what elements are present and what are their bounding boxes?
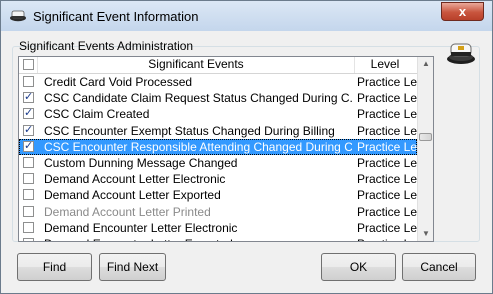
column-header-level[interactable]: Level	[353, 57, 417, 73]
table-row[interactable]: Demand Encounter Letter Electronic Practi…	[19, 220, 432, 236]
close-button[interactable]: x	[441, 2, 484, 21]
table-row[interactable]: ✓ CSC Encounter Responsible Attending Cha…	[19, 138, 432, 155]
window-title: Significant Event Information	[33, 9, 199, 24]
checkmark-icon: ✓	[24, 123, 34, 136]
row-checkbox[interactable]: ✓	[23, 123, 34, 136]
row-checkbox[interactable]	[23, 156, 34, 168]
event-name: Demand Encounter Letter Exported	[44, 237, 352, 241]
title-bar[interactable]: Significant Event Information x	[1, 1, 492, 31]
table-row[interactable]: ✓ CSC Encounter Exempt Status Changed Dur…	[19, 123, 432, 139]
scrollbar-thumb[interactable]	[419, 133, 432, 141]
checkmark-icon: ✓	[24, 107, 34, 120]
checkmark-icon: ✓	[24, 139, 34, 152]
scroll-down-arrow-icon[interactable]: ▼	[421, 229, 431, 239]
scroll-up-arrow-icon[interactable]: ▲	[421, 59, 431, 69]
hat-icon	[447, 43, 475, 64]
vertical-scrollbar[interactable]: ▲ ▼	[417, 57, 433, 241]
table-row[interactable]: ✓ CSC Candidate Claim Request Status Chan…	[19, 90, 432, 106]
row-checkbox[interactable]: ✓	[23, 107, 34, 120]
find-next-button[interactable]: Find Next	[99, 253, 166, 281]
event-name: CSC Candidate Claim Request Status Chang…	[44, 91, 352, 106]
close-icon: x	[458, 4, 467, 19]
events-grid[interactable]: Significant Events Level Credit Card Voi…	[18, 56, 434, 242]
table-row[interactable]: Demand Account Letter Exported Practice L…	[19, 187, 432, 203]
event-name: Custom Dunning Message Changed	[44, 155, 238, 170]
event-name: Demand Account Letter Printed	[44, 204, 211, 219]
event-name: Credit Card Void Processed	[44, 75, 193, 89]
event-name: CSC Encounter Responsible Attending Chan…	[44, 139, 352, 154]
table-row[interactable]: Demand Account Letter Electronic Practice…	[19, 171, 432, 187]
grid-rows: Credit Card Void Processed Practice Level…	[19, 74, 432, 241]
column-header-events[interactable]: Significant Events	[37, 57, 355, 73]
event-name: Demand Encounter Letter Electronic	[44, 220, 238, 235]
find-button[interactable]: Find	[17, 253, 92, 281]
table-row[interactable]: ✓ CSC Claim Created Practice Level	[19, 106, 432, 122]
event-name: Demand Account Letter Electronic	[44, 172, 226, 187]
row-checkbox[interactable]	[23, 189, 34, 201]
ok-button[interactable]: OK	[321, 253, 396, 281]
group-label: Significant Events Administration	[19, 39, 194, 53]
row-checkbox[interactable]: ✓	[23, 91, 34, 104]
row-checkbox[interactable]	[23, 76, 34, 87]
cancel-button[interactable]: Cancel	[402, 253, 476, 281]
table-row[interactable]: Demand Encounter Letter ExportedPractice…	[19, 236, 432, 241]
hat-icon	[10, 10, 26, 22]
event-name: Demand Account Letter Exported	[44, 188, 221, 203]
checkmark-icon: ✓	[24, 91, 34, 104]
row-checkbox[interactable]	[23, 237, 34, 241]
row-checkbox[interactable]	[23, 221, 34, 233]
select-all-checkbox[interactable]	[23, 59, 34, 70]
row-checkbox[interactable]: ✓	[23, 139, 34, 152]
event-name: CSC Claim Created	[44, 107, 150, 122]
row-checkbox[interactable]	[23, 205, 34, 217]
table-row[interactable]: Custom Dunning Message Changed Practice L…	[19, 155, 432, 171]
row-checkbox[interactable]	[23, 173, 34, 185]
table-row[interactable]: Demand Account Letter Printed Practice Le…	[19, 204, 432, 220]
grid-header: Significant Events Level	[19, 57, 417, 74]
table-row[interactable]: Credit Card Void Processed Practice Level	[19, 74, 432, 90]
event-name: CSC Encounter Exempt Status Changed Duri…	[44, 123, 335, 138]
